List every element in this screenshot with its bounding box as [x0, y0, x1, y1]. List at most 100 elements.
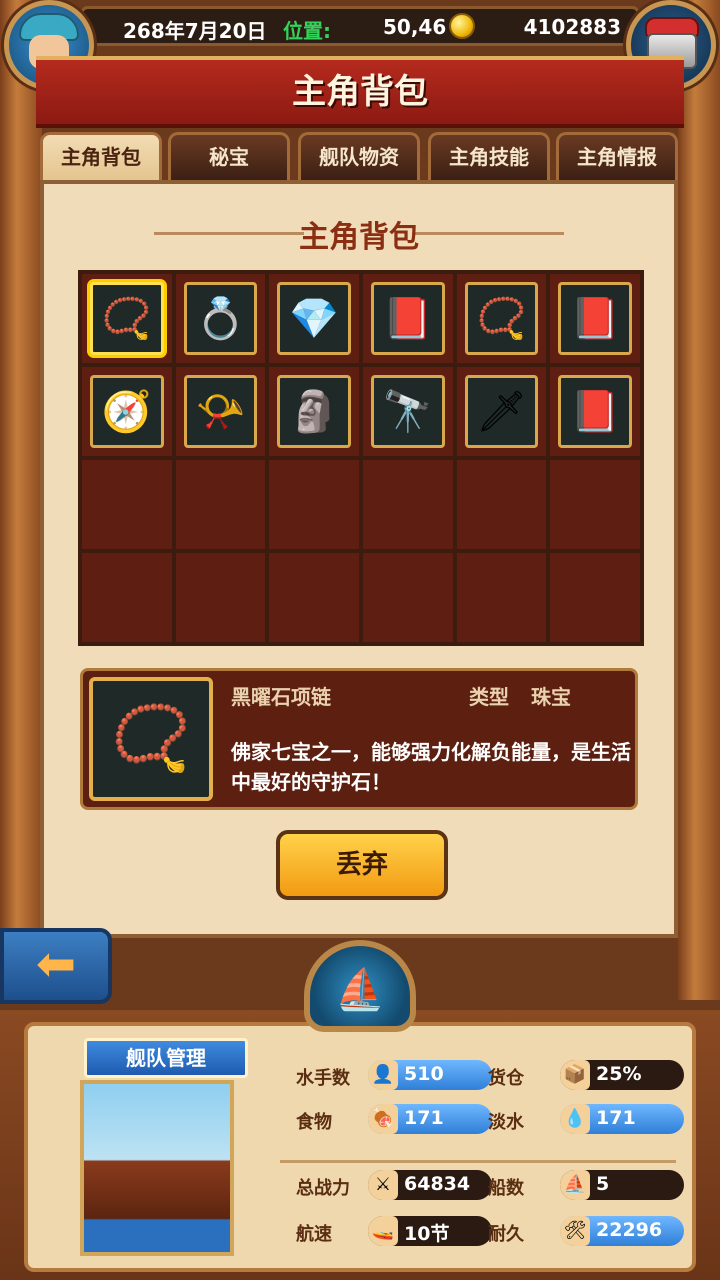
sailor-icon: 👤	[368, 1060, 398, 1090]
stat-sailor: 水手数 👤 510	[296, 1058, 492, 1092]
inventory-slot[interactable]	[362, 460, 453, 549]
item-description: 佛家七宝之一，能够强力化解负能量，是生活中最好的守护石！	[231, 740, 631, 794]
stat-value: 64834	[404, 1173, 471, 1195]
item-name: 黑曜石项链	[231, 685, 331, 709]
inventory-slot[interactable]: 🔭	[362, 367, 453, 456]
fleet-management-button[interactable]: 舰队管理	[84, 1038, 248, 1078]
inventory-slot[interactable]	[456, 460, 547, 549]
stat-bar: ⛵ 5	[560, 1170, 684, 1200]
inventory-slot[interactable]	[550, 553, 640, 642]
inventory-slot[interactable]: 📕	[362, 274, 453, 363]
tab-treasure[interactable]: 秘宝	[168, 132, 290, 180]
item-frame: 🧭	[90, 375, 164, 448]
inventory-slot[interactable]: 🗿	[269, 367, 359, 456]
inventory-slot[interactable]	[269, 460, 359, 549]
necklace-icon: 📿	[101, 295, 152, 342]
status-bar: 268年7月20日 位置: 50,46 4102883	[80, 6, 640, 46]
stat-ship-count: 船数 ⛵ 5	[488, 1168, 684, 1202]
stat-value: 10节	[404, 1223, 450, 1245]
position-label: 位置:	[283, 19, 331, 43]
food-icon: 🍖	[368, 1104, 398, 1134]
item-frame: 📕	[370, 282, 445, 355]
stat-water: 淡水 💧 171	[488, 1102, 684, 1136]
ship-emblem-icon[interactable]: ⛵	[304, 940, 416, 1032]
inventory-slot[interactable]: 📕	[550, 367, 640, 456]
book-icon: 📕	[382, 295, 433, 342]
item-type-value: 珠宝	[531, 685, 571, 709]
stat-power: 总战力 ⚔ 64834	[296, 1168, 492, 1202]
stat-bar: 👤 510	[368, 1060, 492, 1090]
page-title: 主角背包	[292, 72, 428, 112]
ship-count-icon: ⛵	[560, 1170, 590, 1200]
durability-icon: 🛠	[560, 1216, 590, 1246]
cargo-icon: 📦	[560, 1060, 590, 1090]
item-detail: 📿 黑曜石项链 类型 珠宝 佛家七宝之一，能够强力化解负能量，是生活中最好的守护…	[80, 668, 638, 810]
inventory-slot[interactable]	[269, 553, 359, 642]
inventory-slot[interactable]: 🧭	[82, 367, 172, 456]
bracelet-icon: 📿	[476, 295, 527, 342]
title-bar: 主角背包	[36, 56, 684, 128]
inventory-grid: 📿 💍 💎 📕 📿 📕 🧭 📯 🗿 🔭 🗡 📕	[78, 270, 644, 646]
money-amount: 4102883	[523, 15, 621, 39]
stat-bar: 💧 171	[560, 1104, 684, 1134]
inventory-slot[interactable]	[175, 460, 266, 549]
telescope-icon: 🔭	[382, 388, 433, 435]
item-type-label: 类型	[469, 685, 509, 709]
inventory-slot[interactable]: 📯	[175, 367, 266, 456]
inventory-slot[interactable]	[82, 553, 172, 642]
inventory-slot[interactable]	[456, 553, 547, 642]
stat-bar: 📦 25%	[560, 1060, 684, 1090]
stat-value: 5	[596, 1173, 610, 1195]
stat-value: 510	[404, 1063, 444, 1085]
book-icon: 📕	[570, 388, 621, 435]
power-icon: ⚔	[368, 1170, 398, 1200]
inventory-slot[interactable]	[175, 553, 266, 642]
stat-bar: 🚤 10节	[368, 1216, 492, 1246]
item-frame: 📿	[90, 282, 164, 355]
gem-icon: 💎	[289, 295, 340, 342]
item-frame: 💍	[183, 282, 258, 355]
inventory-slot[interactable]: 💎	[269, 274, 359, 363]
astrolabe-icon: 🧭	[101, 388, 152, 435]
tab-fleet-supplies[interactable]: 舰队物资	[298, 132, 420, 180]
inventory-slot[interactable]: 📕	[550, 274, 640, 363]
frame-left	[0, 0, 42, 1000]
inventory-slot[interactable]: 🗡	[456, 367, 547, 456]
speed-icon: 🚤	[368, 1216, 398, 1246]
book-icon: 📕	[570, 295, 621, 342]
discard-button[interactable]: 丢弃	[276, 830, 448, 900]
panel-title: 主角背包	[299, 220, 419, 255]
tab-backpack[interactable]: 主角背包	[40, 132, 162, 180]
stat-label: 航速	[296, 1224, 332, 1245]
stat-value: 25%	[596, 1063, 642, 1085]
sword-icon: 🗡	[476, 388, 527, 435]
stat-label: 船数	[488, 1178, 524, 1199]
item-frame: 📕	[558, 282, 632, 355]
stat-food: 食物 🍖 171	[296, 1102, 492, 1136]
stat-label: 淡水	[488, 1112, 524, 1133]
ship-picture[interactable]	[80, 1080, 234, 1256]
inventory-slot[interactable]	[362, 553, 453, 642]
item-frame: 💎	[277, 282, 351, 355]
inventory-slot[interactable]: 📿	[456, 274, 547, 363]
item-frame: 🗡	[464, 375, 539, 448]
tab-info[interactable]: 主角情报	[556, 132, 678, 180]
back-arrow-icon[interactable]: ⬅	[0, 928, 112, 1004]
tab-skills[interactable]: 主角技能	[428, 132, 550, 180]
stat-value: 171	[596, 1107, 636, 1129]
inventory-slot[interactable]	[82, 460, 172, 549]
stat-label: 食物	[296, 1112, 332, 1133]
stat-label: 水手数	[296, 1068, 350, 1089]
stat-label: 货仓	[488, 1068, 524, 1089]
inventory-slot[interactable]	[550, 460, 640, 549]
stat-bar: 🍖 171	[368, 1104, 492, 1134]
backpack-panel: 主角背包 📿 💍 💎 📕 📿 📕 🧭 📯 🗿 🔭 🗡 📕 📿 黑曜石项链 类型 珠宝 佛家七宝之一，能…	[40, 180, 678, 938]
stat-durability: 耐久 🛠 22296	[488, 1214, 684, 1248]
inventory-slot[interactable]: 📿	[82, 274, 172, 363]
stats-divider	[280, 1160, 676, 1163]
frame-right	[678, 0, 720, 1000]
stat-bar: ⚔ 64834	[368, 1170, 492, 1200]
inventory-slot[interactable]: 💍	[175, 274, 266, 363]
stat-cargo: 货仓 📦 25%	[488, 1058, 684, 1092]
item-frame: 📕	[558, 375, 632, 448]
